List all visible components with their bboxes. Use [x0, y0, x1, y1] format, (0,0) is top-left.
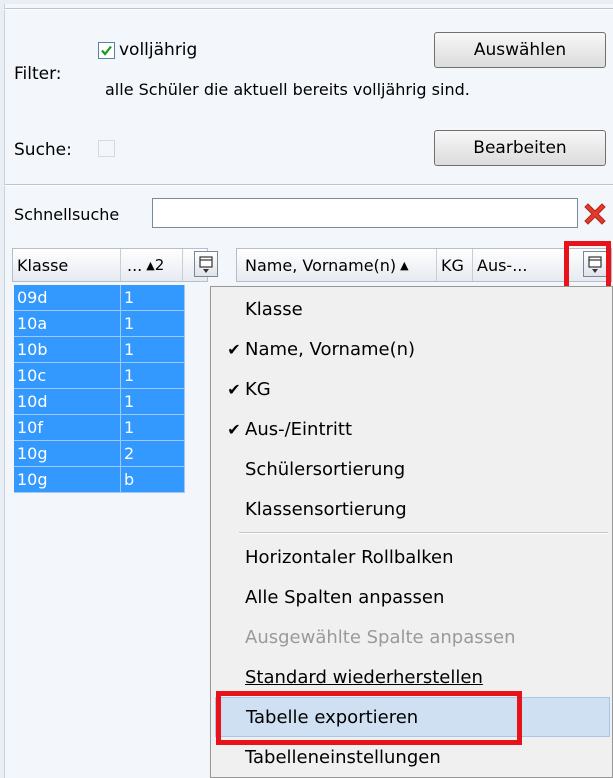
- sort-asc-icon: ▲: [400, 258, 409, 272]
- menu-item-fit-all-columns[interactable]: Alle Spalten anpassen: [211, 577, 612, 617]
- quicksearch-label: Schnellsuche: [14, 205, 120, 224]
- header-kg[interactable]: KG: [437, 249, 473, 281]
- sort-asc-icon: ▲: [146, 258, 155, 272]
- export-highlight: [216, 691, 522, 745]
- search-checkbox[interactable]: [98, 140, 115, 157]
- left-grid-header: Klasse ... ▲ 2: [12, 248, 208, 282]
- menu-item-kg[interactable]: ✔ KG: [211, 369, 612, 409]
- edit-button[interactable]: Bearbeiten: [434, 130, 606, 166]
- header-klasse[interactable]: Klasse: [13, 249, 121, 281]
- table-row[interactable]: 10c 1: [14, 363, 206, 389]
- table-row[interactable]: 10a 1: [14, 311, 206, 337]
- table-row[interactable]: 09d 1: [14, 285, 206, 311]
- table-row[interactable]: 10g b: [14, 467, 206, 493]
- check-icon: ✔: [227, 379, 241, 399]
- select-button[interactable]: Auswählen: [434, 32, 606, 68]
- menu-item-klasse[interactable]: Klasse: [211, 289, 612, 329]
- volljaehrig-checkbox[interactable]: [98, 42, 115, 59]
- clear-search-icon[interactable]: [580, 198, 610, 228]
- quicksearch-input[interactable]: [152, 198, 578, 228]
- table-row[interactable]: 10b 1: [14, 337, 206, 363]
- filter-label: Filter:: [14, 64, 62, 84]
- volljaehrig-label: volljährig: [119, 40, 198, 60]
- check-icon: ✔: [227, 419, 241, 439]
- menu-item-horizontal-scrollbar[interactable]: Horizontaler Rollbalken: [211, 537, 612, 577]
- checkmark-icon: [101, 45, 112, 56]
- table-row[interactable]: 10g 2: [14, 441, 206, 467]
- menu-item-aus-eintritt[interactable]: ✔ Aus-/Eintritt: [211, 409, 612, 449]
- header-aus[interactable]: Aus-...: [473, 249, 537, 281]
- menu-item-klassensortierung[interactable]: Klassensortierung: [211, 489, 612, 529]
- table-row[interactable]: 10d 1: [14, 389, 206, 415]
- menu-separator: [239, 532, 608, 534]
- top-divider: [4, 8, 613, 10]
- header-name[interactable]: Name, Vorname(n) ▲: [237, 249, 437, 281]
- header-col2[interactable]: ... ▲ 2: [121, 249, 183, 281]
- menu-item-schuelersortierung[interactable]: Schülersortierung: [211, 449, 612, 489]
- left-grid-rows: 09d 1 10a 1 10b 1 10c 1 10d 1 10f 1 10g 2 10g b: [14, 285, 206, 493]
- search-label: Suche:: [14, 140, 72, 160]
- table-row[interactable]: 10f 1: [14, 415, 206, 441]
- check-icon: ✔: [227, 339, 241, 359]
- left-column-chooser-icon[interactable]: [194, 251, 218, 277]
- filter-description: alle Schüler die aktuell bereits volljäh…: [105, 80, 470, 99]
- menu-item-fit-selected-column: Ausgewählte Spalte anpassen: [245, 626, 516, 648]
- mid-divider: [4, 184, 613, 186]
- right-grid-header: Name, Vorname(n) ▲ KG Aus-...: [236, 248, 612, 282]
- menu-item-name[interactable]: ✔ Name, Vorname(n): [211, 329, 612, 369]
